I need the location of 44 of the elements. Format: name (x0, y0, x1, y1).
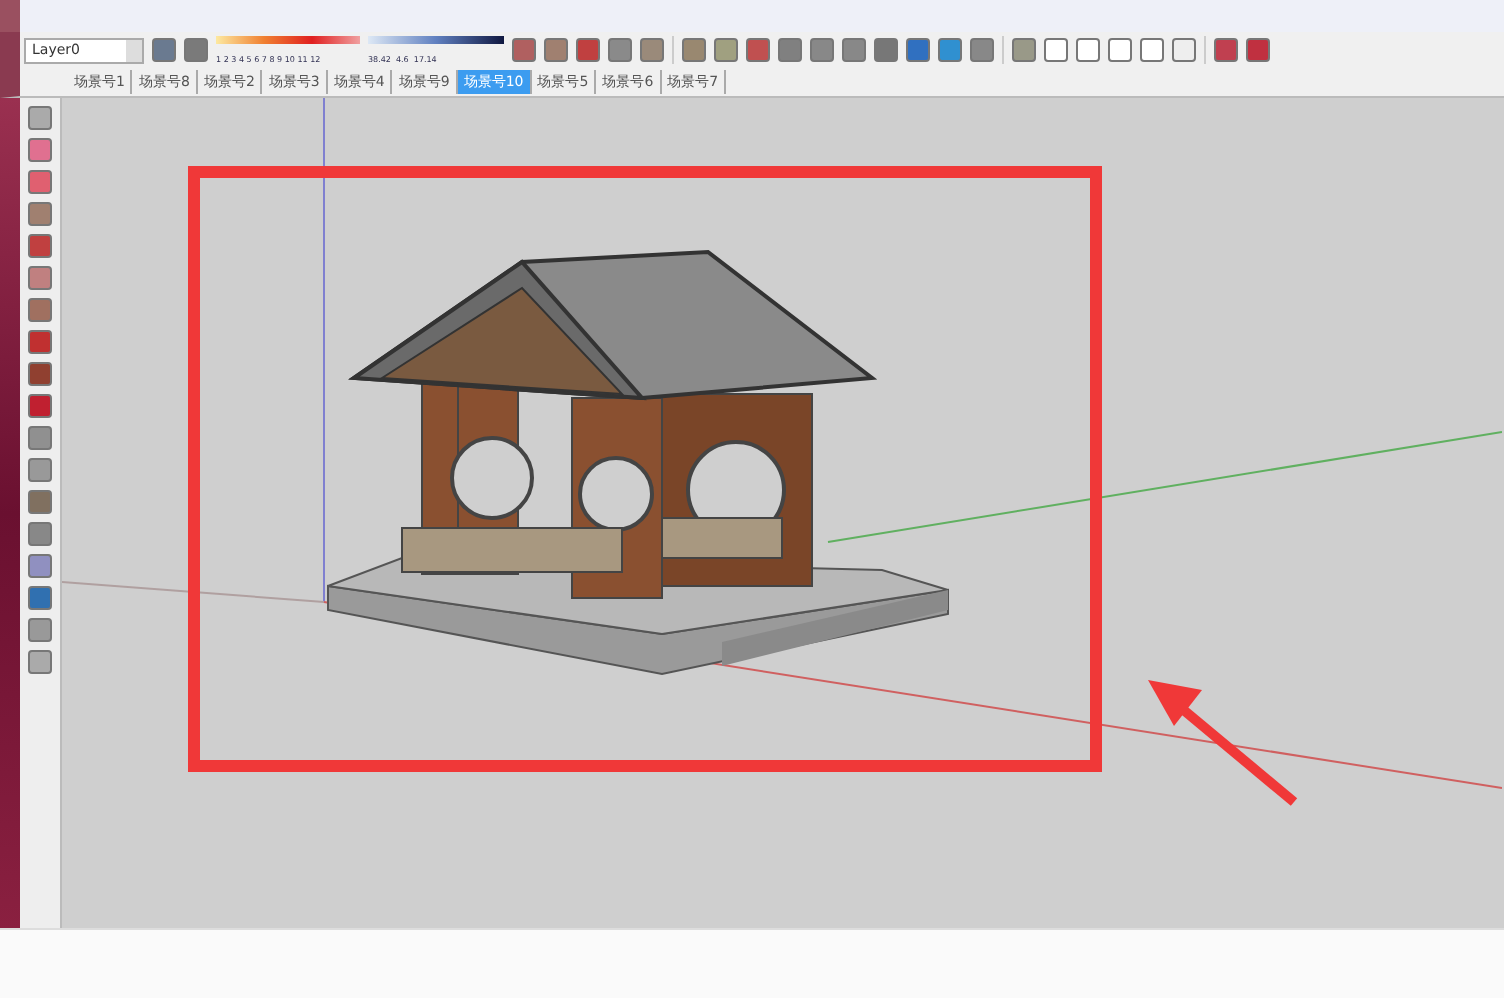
toolbar-icon[interactable] (938, 38, 962, 62)
toolbar-icon[interactable] (1246, 38, 1270, 62)
toolbar-icon[interactable] (1076, 38, 1100, 62)
tool-icon[interactable] (28, 362, 52, 386)
toolbar-icon[interactable] (1214, 38, 1238, 62)
toolbar-icon[interactable] (810, 38, 834, 62)
tool-icon[interactable] (28, 490, 52, 514)
toolbar-icon[interactable] (1140, 38, 1164, 62)
tool-icon[interactable] (28, 522, 52, 546)
tool-icon[interactable] (28, 650, 52, 674)
toolbar-icon[interactable] (576, 38, 600, 62)
toolbar-icon[interactable] (184, 38, 208, 62)
caret-icon (126, 39, 142, 61)
toolbar-icon[interactable] (608, 38, 632, 62)
tool-icon[interactable] (28, 266, 52, 290)
tool-icon[interactable] (28, 586, 52, 610)
toolbar-icon[interactable] (1044, 38, 1068, 62)
tool-icon[interactable] (28, 618, 52, 642)
tool-icon[interactable] (28, 170, 52, 194)
tool-icon[interactable] (28, 426, 52, 450)
toolbar-icon[interactable] (1012, 38, 1036, 62)
toolbar-icon[interactable] (512, 38, 536, 62)
tool-icon[interactable] (28, 458, 52, 482)
toolbar-icon[interactable] (640, 38, 664, 62)
toolbar-icon[interactable] (1172, 38, 1196, 62)
toolbar-icon[interactable] (682, 38, 706, 62)
toolbar-icon[interactable] (842, 38, 866, 62)
toolbar-icon[interactable] (1108, 38, 1132, 62)
toolbar-icon[interactable] (152, 38, 176, 62)
toolbar-icon[interactable] (714, 38, 738, 62)
toolbar-icon[interactable] (778, 38, 802, 62)
toolbar-icon[interactable] (874, 38, 898, 62)
toolbar-icon[interactable] (746, 38, 770, 62)
tool-icon[interactable] (28, 202, 52, 226)
tool-icon[interactable] (28, 234, 52, 258)
tool-icon[interactable] (28, 298, 52, 322)
toolbar-icon[interactable] (970, 38, 994, 62)
tool-icon[interactable] (28, 106, 52, 130)
tool-icon[interactable] (28, 554, 52, 578)
tool-icon[interactable] (28, 394, 52, 418)
tool-icon[interactable] (28, 330, 52, 354)
toolbar-icon[interactable] (906, 38, 930, 62)
toolbar-icon[interactable] (544, 38, 568, 62)
tool-icon[interactable] (28, 138, 52, 162)
